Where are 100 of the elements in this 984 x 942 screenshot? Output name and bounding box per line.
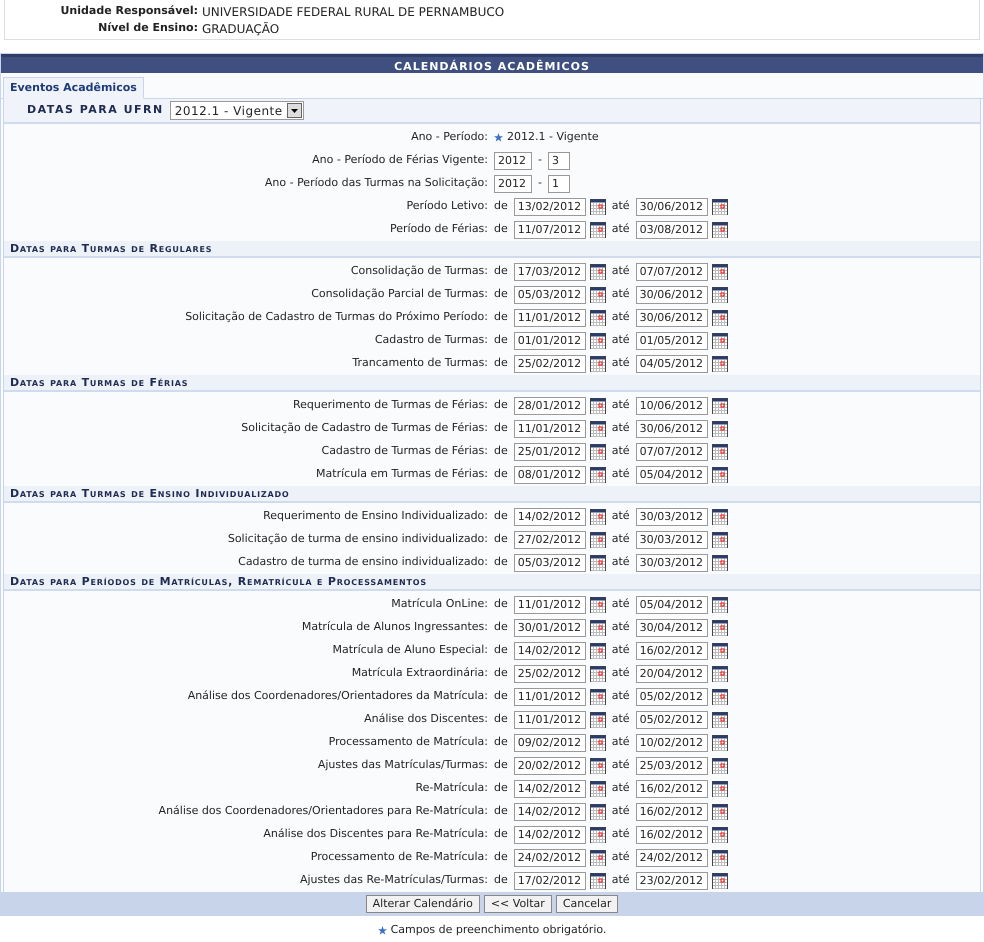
- start-date-field[interactable]: 30/01/2012: [514, 618, 586, 636]
- end-date-field[interactable]: 16/02/2012: [636, 780, 708, 798]
- end-date-field[interactable]: 05/04/2012: [636, 466, 708, 484]
- calendar-icon[interactable]: [590, 398, 606, 414]
- calendar-icon[interactable]: [590, 642, 606, 658]
- start-date-field[interactable]: 11/07/2012: [514, 220, 586, 238]
- start-date-field[interactable]: 11/01/2012: [514, 710, 586, 728]
- calendar-icon[interactable]: [712, 198, 728, 214]
- calendar-icon[interactable]: [712, 264, 728, 280]
- end-date-field[interactable]: 30/06/2012: [636, 286, 708, 304]
- calendar-icon[interactable]: [712, 872, 728, 888]
- end-date-field[interactable]: 05/04/2012: [636, 596, 708, 614]
- calendar-icon[interactable]: [590, 508, 606, 524]
- calendar-icon[interactable]: [590, 444, 606, 460]
- start-date-field[interactable]: 11/01/2012: [514, 420, 586, 438]
- end-date-field[interactable]: 30/03/2012: [636, 530, 708, 548]
- calendar-icon[interactable]: [712, 286, 728, 302]
- calendar-icon[interactable]: [590, 356, 606, 372]
- calendar-icon[interactable]: [712, 444, 728, 460]
- end-date-field[interactable]: 05/02/2012: [636, 688, 708, 706]
- end-date-field[interactable]: 23/02/2012: [636, 872, 708, 890]
- calendar-icon[interactable]: [712, 712, 728, 728]
- end-date-field[interactable]: 20/04/2012: [636, 664, 708, 682]
- calendar-icon[interactable]: [712, 780, 728, 796]
- calendar-icon[interactable]: [590, 466, 606, 482]
- start-date-field[interactable]: 17/02/2012: [514, 872, 586, 890]
- start-date-field[interactable]: 25/02/2012: [514, 664, 586, 682]
- start-date-field[interactable]: 14/02/2012: [514, 802, 586, 820]
- calendar-icon[interactable]: [712, 222, 728, 238]
- calendar-icon[interactable]: [590, 198, 606, 214]
- calendar-icon[interactable]: [590, 554, 606, 570]
- start-date-field[interactable]: 24/02/2012: [514, 848, 586, 866]
- end-date-field[interactable]: 30/06/2012: [636, 420, 708, 438]
- calendar-icon[interactable]: [712, 596, 728, 612]
- calendar-icon[interactable]: [590, 532, 606, 548]
- calendar-icon[interactable]: [712, 850, 728, 866]
- start-date-field[interactable]: 09/02/2012: [514, 734, 586, 752]
- start-date-field[interactable]: 25/02/2012: [514, 354, 586, 372]
- tab[interactable]: Eventos Acadêmicos: [3, 77, 144, 99]
- calendar-icon[interactable]: [590, 758, 606, 774]
- calendar-icon[interactable]: [590, 804, 606, 820]
- calendar-icon[interactable]: [712, 356, 728, 372]
- year-field[interactable]: 2012: [494, 152, 532, 170]
- end-date-field[interactable]: 16/02/2012: [636, 802, 708, 820]
- end-date-field[interactable]: 01/05/2012: [636, 332, 708, 350]
- calendar-icon[interactable]: [712, 734, 728, 750]
- end-date-field[interactable]: 10/06/2012: [636, 396, 708, 414]
- calendar-icon[interactable]: [590, 734, 606, 750]
- calendar-icon[interactable]: [590, 332, 606, 348]
- end-date-field[interactable]: 24/02/2012: [636, 848, 708, 866]
- calendar-icon[interactable]: [712, 826, 728, 842]
- calendar-icon[interactable]: [712, 620, 728, 636]
- end-date-field[interactable]: 30/03/2012: [636, 554, 708, 572]
- calendar-icon[interactable]: [712, 466, 728, 482]
- start-date-field[interactable]: 25/01/2012: [514, 442, 586, 460]
- end-date-field[interactable]: 07/07/2012: [636, 262, 708, 280]
- start-date-field[interactable]: 17/03/2012: [514, 262, 586, 280]
- calendar-icon[interactable]: [590, 222, 606, 238]
- start-date-field[interactable]: 08/01/2012: [514, 466, 586, 484]
- calendar-icon[interactable]: [590, 688, 606, 704]
- form-button[interactable]: << Voltar: [484, 894, 552, 912]
- start-date-field[interactable]: 11/01/2012: [514, 596, 586, 614]
- end-date-field[interactable]: 07/07/2012: [636, 442, 708, 460]
- start-date-field[interactable]: 14/02/2012: [514, 780, 586, 798]
- end-date-field[interactable]: 16/02/2012: [636, 826, 708, 844]
- calendar-icon[interactable]: [712, 420, 728, 436]
- start-date-field[interactable]: 20/02/2012: [514, 756, 586, 774]
- calendar-icon[interactable]: [712, 332, 728, 348]
- period-field[interactable]: 3: [548, 152, 570, 170]
- calendar-icon[interactable]: [590, 872, 606, 888]
- start-date-field[interactable]: 05/03/2012: [514, 554, 586, 572]
- calendar-icon[interactable]: [590, 780, 606, 796]
- calendar-icon[interactable]: [712, 666, 728, 682]
- calendar-icon[interactable]: [590, 850, 606, 866]
- form-button[interactable]: Alterar Calendário: [366, 894, 480, 912]
- calendar-icon[interactable]: [712, 758, 728, 774]
- end-date-field[interactable]: 30/03/2012: [636, 508, 708, 526]
- calendar-icon[interactable]: [590, 666, 606, 682]
- start-date-field[interactable]: 28/01/2012: [514, 396, 586, 414]
- end-date-field[interactable]: 30/06/2012: [636, 308, 708, 326]
- calendar-icon[interactable]: [712, 532, 728, 548]
- start-date-field[interactable]: 14/02/2012: [514, 826, 586, 844]
- calendar-icon[interactable]: [712, 508, 728, 524]
- calendar-icon[interactable]: [590, 826, 606, 842]
- start-date-field[interactable]: 13/02/2012: [514, 198, 586, 216]
- end-date-field[interactable]: 25/03/2012: [636, 756, 708, 774]
- calendar-icon[interactable]: [712, 554, 728, 570]
- calendar-icon[interactable]: [590, 264, 606, 280]
- end-date-field[interactable]: 05/02/2012: [636, 710, 708, 728]
- start-date-field[interactable]: 05/03/2012: [514, 286, 586, 304]
- end-date-field[interactable]: 30/06/2012: [636, 198, 708, 216]
- calendar-icon[interactable]: [712, 688, 728, 704]
- end-date-field[interactable]: 10/02/2012: [636, 734, 708, 752]
- calendar-icon[interactable]: [590, 286, 606, 302]
- calendar-icon[interactable]: [712, 642, 728, 658]
- calendar-icon[interactable]: [590, 712, 606, 728]
- start-date-field[interactable]: 14/02/2012: [514, 642, 586, 660]
- end-date-field[interactable]: 30/04/2012: [636, 618, 708, 636]
- calendar-icon[interactable]: [712, 310, 728, 326]
- end-date-field[interactable]: 16/02/2012: [636, 642, 708, 660]
